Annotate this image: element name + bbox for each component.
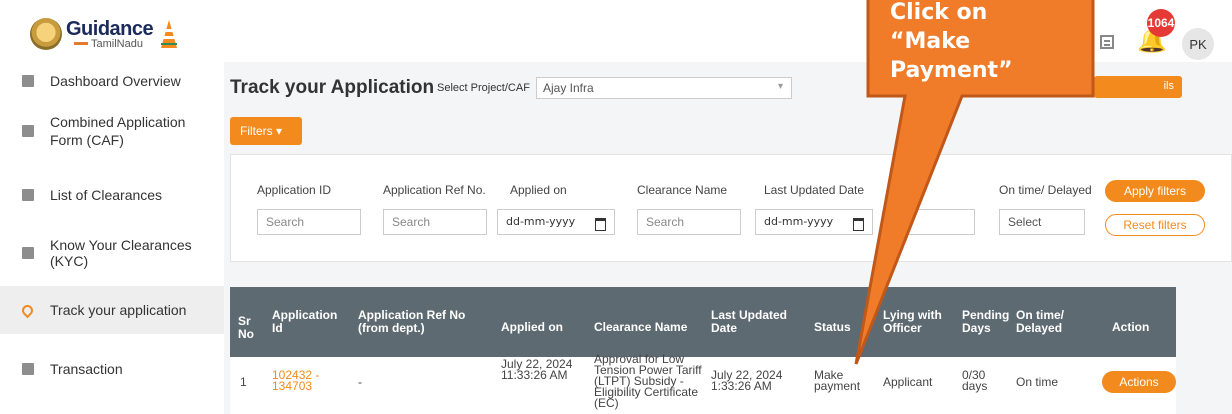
- application-id-search-input[interactable]: Search: [257, 209, 361, 235]
- applied-on-date-input[interactable]: dd-mm-yyyy: [497, 209, 615, 235]
- cell-pending-days: 0/30 days: [962, 368, 988, 393]
- cell-clearance-name: Approval for Low Tension Power Tariff (L…: [594, 352, 702, 410]
- sidebar-item-label: Combined Application Form (CAF): [50, 114, 186, 148]
- ref-no-search-input[interactable]: Search: [383, 209, 487, 235]
- sidebar-item-label: Track your application: [50, 302, 187, 318]
- cell-applied-on: July 22, 2024 11:33:26 AM: [501, 357, 573, 382]
- filter-label-ref-no: Application Ref No.: [383, 183, 486, 197]
- last-updated-date-input[interactable]: dd-mm-yyyy: [755, 209, 873, 235]
- sidebar-item-kyc[interactable]: Know Your Clearances (KYC): [0, 237, 224, 269]
- transaction-icon: [22, 363, 34, 375]
- filter-label-application-id: Application ID: [257, 183, 332, 197]
- actions-button[interactable]: Actions: [1102, 371, 1176, 393]
- sidebar-item-transaction[interactable]: Transaction: [0, 354, 224, 384]
- callout-text: Click on “Make Payment”: [890, 0, 1013, 83]
- temple-tower-icon: [161, 20, 178, 48]
- ontime-select[interactable]: Select: [999, 209, 1085, 235]
- list-icon: [22, 189, 34, 201]
- logo-title: Guidance: [66, 17, 154, 40]
- filter-label-applied-on: Applied on: [510, 183, 567, 197]
- page-title: Track your Application: [230, 77, 435, 98]
- sidebar-item-caf[interactable]: Combined Application Form (CAF): [0, 108, 224, 154]
- notification-badge: 1064: [1147, 9, 1175, 37]
- book-icon: [22, 247, 34, 259]
- reset-filters-button[interactable]: Reset filters: [1105, 214, 1205, 236]
- filter-label-clearance-name: Clearance Name: [637, 183, 728, 197]
- th-status: Status: [814, 320, 851, 334]
- th-pending-days: Pending Days: [962, 308, 1010, 335]
- project-select[interactable]: Ajay Infra: [536, 77, 792, 99]
- avatar[interactable]: PK: [1182, 28, 1214, 60]
- logo[interactable]: Guidance TamilNadu: [30, 18, 181, 50]
- cell-ref: -: [358, 375, 362, 389]
- cell-sr: 1: [240, 375, 247, 389]
- location-pin-icon: [19, 302, 36, 318]
- filter-label-last-updated: Last Updated Date: [764, 183, 865, 197]
- cell-last-updated: July 22, 2024 1:33:26 AM: [711, 368, 783, 393]
- logo-subtitle: TamilNadu: [91, 37, 143, 50]
- th-sr: Sr No: [238, 314, 254, 341]
- filters-button[interactable]: Filters ▾: [230, 117, 302, 145]
- th-lying-with: Lying with Officer: [883, 308, 942, 335]
- document-icon: [22, 125, 34, 137]
- cell-lying-with: Applicant: [883, 375, 933, 389]
- application-id-link[interactable]: 102432 - 134703: [272, 369, 330, 392]
- sidebar: Dashboard Overview Combined Application …: [0, 62, 224, 414]
- apply-filters-button[interactable]: Apply filters: [1105, 180, 1205, 202]
- sidebar-item-label: Know Your Clearances (KYC): [50, 237, 192, 269]
- cell-ontime: On time: [1016, 375, 1059, 389]
- sidebar-item-dashboard[interactable]: Dashboard Overview: [0, 66, 224, 96]
- table-row: 1 102432 - 134703 - July 22, 2024 11:33:…: [230, 352, 1176, 414]
- status-select[interactable]: ect: [887, 209, 975, 235]
- dashboard-icon: [22, 75, 34, 87]
- th-application-id: Application Id: [272, 308, 338, 335]
- main-content: Track your Application Select Project/CA…: [224, 62, 1232, 414]
- sidebar-item-label: List of Clearances: [50, 187, 163, 203]
- th-ref-no: Application Ref No (from dept.): [358, 308, 466, 335]
- sidebar-item-track[interactable]: Track your application: [0, 286, 224, 334]
- sidebar-item-label: Transaction: [50, 361, 123, 377]
- sidebar-item-clearances[interactable]: List of Clearances: [0, 180, 224, 210]
- sidebar-item-label: Dashboard Overview: [50, 73, 181, 89]
- project-select-label: Select Project/CAF: [437, 82, 530, 94]
- th-applied-on: Applied on: [501, 320, 563, 334]
- filter-label-ontime: On time/ Delayed: [999, 183, 1092, 197]
- emblem-icon: [30, 18, 62, 50]
- th-last-updated: Last Updated Date: [711, 308, 788, 335]
- table-header: Sr No Application Id Application Ref No …: [230, 287, 1176, 357]
- th-clearance-name: Clearance Name: [594, 320, 688, 334]
- chevron-down-icon: ▾: [276, 124, 283, 138]
- menu-grid-icon[interactable]: [1100, 35, 1114, 49]
- th-action: Action: [1112, 320, 1150, 334]
- details-button[interactable]: ils: [1094, 76, 1182, 98]
- cell-status: Make payment: [814, 368, 861, 393]
- clearance-name-search-input[interactable]: Search: [637, 209, 741, 235]
- filter-panel: Application ID Search Application Ref No…: [230, 154, 1232, 262]
- th-ontime: On time/ Delayed: [1016, 308, 1065, 335]
